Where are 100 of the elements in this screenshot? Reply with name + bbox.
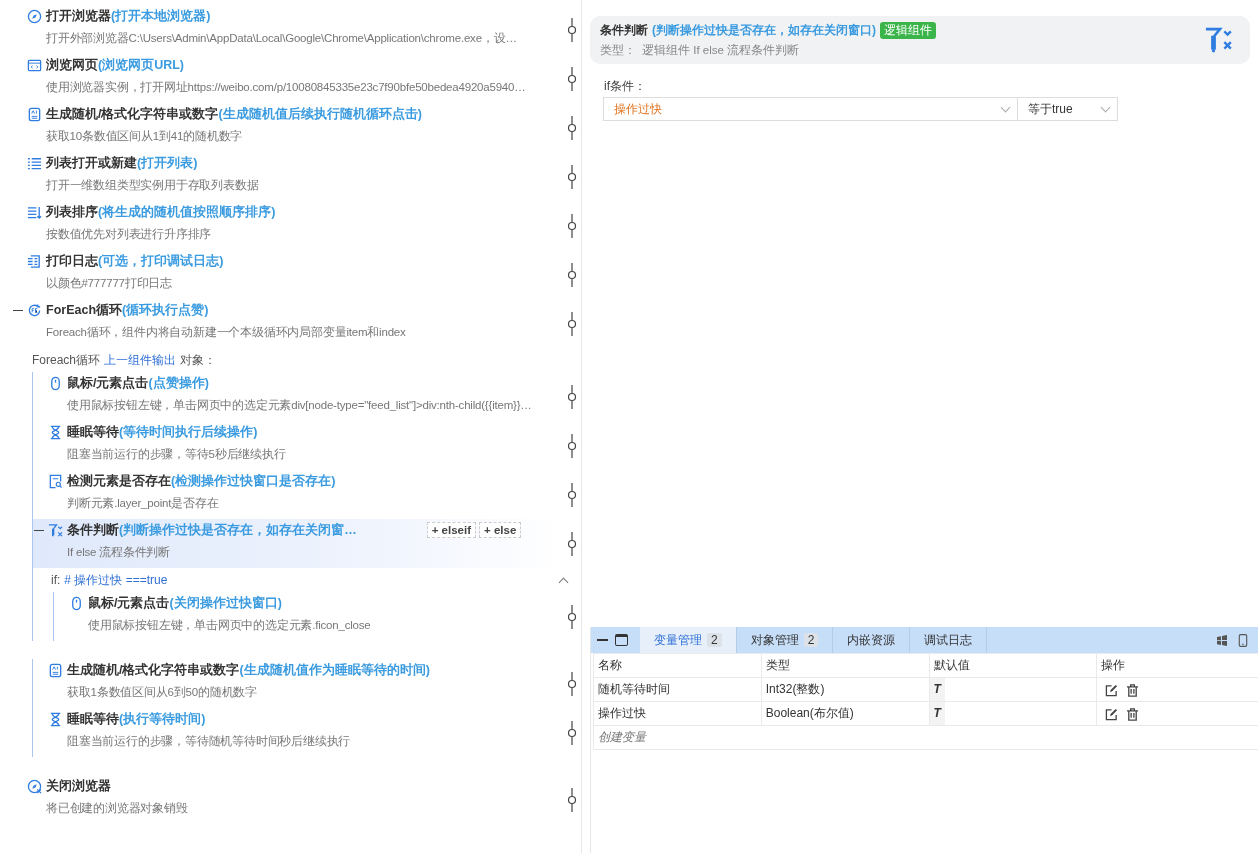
- browser-step-icon: [27, 8, 42, 24]
- delete-icon[interactable]: [1126, 683, 1140, 697]
- step-title: 列表排序: [46, 203, 98, 221]
- step-title: 浏览网页: [46, 56, 98, 74]
- connector-handle-icon[interactable]: [567, 17, 577, 42]
- sleep-step-icon: [48, 424, 63, 440]
- panel-tab[interactable]: 调试日志: [910, 627, 988, 653]
- foreach-step-icon: [27, 302, 42, 318]
- connector-handle-icon[interactable]: [567, 604, 577, 629]
- step-description: Foreach循环，组件内将自动新建一个本级循环内局部变量item和index: [45, 325, 407, 340]
- flow-step[interactable]: 打开浏览器(打开本地浏览器) 打开外部浏览器C:\Users\Admin\AppData\Local\Google\Chrome\Application\chrome.exe，设…: [12, 5, 565, 54]
- add-branch-button[interactable]: + else: [479, 522, 522, 538]
- flow-step[interactable]: 关闭浏览器 将已创建的浏览器对象销毁: [12, 775, 565, 824]
- step-description: 阻塞当前运行的步骤，等待随机等待时间秒后继续执行: [66, 734, 352, 749]
- if-condition-label: if条件：: [604, 78, 647, 95]
- step-title: 睡眠等待: [67, 710, 119, 728]
- step-description: 按数值优先对列表进行升序排序: [45, 227, 213, 242]
- category-badge: 逻辑组件: [880, 21, 936, 39]
- step-description: 获取10条数值区间从1到41的随机数字: [45, 129, 244, 144]
- step-description: 将已创建的浏览器对象销毁: [45, 801, 189, 816]
- loop-source-link[interactable]: 上一组件输出: [104, 351, 177, 369]
- mouse-step-icon: [69, 595, 84, 611]
- sleep-step-icon: [48, 711, 63, 727]
- step-description: 使用鼠标按钮左键，单击网页中的选定元素div[node-type="feed_list"]>div:nth-child({{item}}…: [66, 398, 533, 413]
- connector-handle-icon[interactable]: [567, 720, 577, 745]
- step-description: If else 流程条件判断: [66, 545, 172, 560]
- step-title: ForEach循环: [46, 301, 122, 319]
- branch-condition: # 操作过快 ===true: [64, 571, 168, 589]
- connector-handle-icon[interactable]: [567, 262, 577, 287]
- detail-note: (判断操作过快是否存在，如存在关闭窗口): [652, 21, 876, 39]
- step-title: 检测元素是否存在: [67, 472, 171, 490]
- flow-step[interactable]: 浏览网页(浏览网页URL) 使用浏览器实例，打开网址https://weibo.com/p/10080845335e23c7f90bfe50bedea4920a5940…: [12, 54, 565, 103]
- loop-label: 对象：: [180, 351, 217, 369]
- edit-icon[interactable]: [1105, 707, 1119, 721]
- step-title: 关闭浏览器: [46, 777, 111, 795]
- operator-select[interactable]: 等于true: [1018, 97, 1118, 121]
- step-title: 打开浏览器: [46, 7, 111, 25]
- flow-step[interactable]: 睡眠等待(执行等待时间) 阻塞当前运行的步骤，等待随机等待时间秒后继续执行: [33, 708, 565, 757]
- branch-label: if:: [51, 573, 61, 587]
- connector-handle-icon[interactable]: [567, 115, 577, 140]
- connector-handle-icon[interactable]: [567, 213, 577, 238]
- restore-icon[interactable]: [615, 634, 628, 646]
- connector-handle-icon[interactable]: [567, 384, 577, 409]
- flow-step[interactable]: 鼠标/元素点击(点赞操作) 使用鼠标按钮左键，单击网页中的选定元素div[node-type="feed_list"]>div:nth-child({{item}}…: [33, 372, 565, 421]
- add-branch-button[interactable]: + elseif: [426, 522, 476, 538]
- connector-handle-icon[interactable]: [567, 671, 577, 696]
- close-step-icon: [27, 778, 42, 794]
- step-note: (关闭操作过快窗口): [169, 594, 282, 612]
- step-description: 判断元素.layer_point是否存在: [66, 496, 220, 511]
- create-variable-link[interactable]: 创建变量: [593, 725, 1258, 750]
- column-header: 默认值: [929, 653, 1097, 678]
- step-title: 列表打开或新建: [46, 154, 137, 172]
- step-title: 睡眠等待: [67, 423, 119, 441]
- connector-handle-icon[interactable]: [567, 531, 577, 556]
- type-label: 类型：: [600, 42, 636, 58]
- step-title: 生成随机/格式化字符串或数字: [46, 105, 219, 123]
- sort-step-icon: [27, 204, 42, 220]
- edit-icon[interactable]: [1105, 683, 1119, 697]
- list-step-icon: [27, 155, 42, 171]
- step-note: (生成随机值后续执行随机循环点击): [218, 105, 422, 123]
- tab-count: 2: [803, 633, 819, 647]
- column-header: 操作: [1096, 653, 1258, 678]
- step-description: 阻塞当前运行的步骤，等待5秒后继续执行: [66, 447, 287, 462]
- flow-step[interactable]: 列表排序(将生成的随机值按照顺序排序) 按数值优先对列表进行升序排序: [12, 201, 565, 250]
- flow-step[interactable]: 检测元素是否存在(检测操作过快窗口是否存在) 判断元素.layer_point是否存在: [33, 470, 565, 519]
- detect-step-icon: [48, 473, 63, 489]
- step-description: 打开外部浏览器C:\Users\Admin\AppData\Local\Google\Chrome\Application\chrome.exe，设…: [45, 31, 518, 46]
- step-description: 获取1条数值区间从6到50的随机数字: [66, 685, 258, 700]
- random-step-icon: [27, 106, 42, 122]
- flow-step[interactable]: 鼠标/元素点击(关闭操作过快窗口) 使用鼠标按钮左键，单击网页中的选定元素.ficon_close: [54, 592, 565, 641]
- panel-tab[interactable]: 对象管理 2: [736, 627, 834, 653]
- column-header: 类型: [761, 653, 929, 678]
- connector-handle-icon[interactable]: [567, 66, 577, 91]
- flow-step[interactable]: 打印日志(可选，打印调试日志) 以颜色#777777打印日志: [12, 250, 565, 299]
- delete-icon[interactable]: [1126, 707, 1140, 721]
- flow-step[interactable]: 睡眠等待(等待时间执行后续操作) 阻塞当前运行的步骤，等待5秒后继续执行: [33, 421, 565, 470]
- flow-step[interactable]: 生成随机/格式化字符串或数字(生成随机值后续执行随机循环点击) 获取10条数值区间从1到41的随机数字: [12, 103, 565, 152]
- connector-handle-icon[interactable]: [567, 164, 577, 189]
- flow-step[interactable]: 列表打开或新建(打开列表) 打开一维数组类型实例用于存取列表数据: [12, 152, 565, 201]
- connector-handle-icon[interactable]: [567, 787, 577, 812]
- panel-tab[interactable]: 内嵌资源: [833, 627, 911, 653]
- step-note: (点赞操作): [148, 374, 209, 392]
- connector-handle-icon[interactable]: [567, 482, 577, 507]
- windows-icon[interactable]: [1216, 633, 1228, 647]
- connector-handle-icon[interactable]: [567, 433, 577, 458]
- flow-step[interactable]: ForEach循环(循环执行点赞) Foreach循环，组件内将自动新建一个本级循环内局部变量item和index: [12, 299, 565, 348]
- log-step-icon: [27, 253, 42, 269]
- tab-count: 2: [707, 633, 722, 647]
- mouse-step-icon: [48, 375, 63, 391]
- step-note: (浏览网页URL): [98, 56, 184, 74]
- phone-icon[interactable]: [1237, 633, 1249, 647]
- step-note: (检测操作过快窗口是否存在): [171, 472, 336, 490]
- table-cell: Boolean(布尔值): [761, 701, 929, 726]
- panel-tab[interactable]: 变量管理 2: [640, 627, 737, 653]
- step-note: (生成随机值作为睡眠等待的时间): [239, 661, 430, 679]
- step-description: 打开一维数组类型实例用于存取列表数据: [45, 178, 260, 193]
- connector-handle-icon[interactable]: [567, 311, 577, 336]
- flow-step[interactable]: 生成随机/格式化字符串或数字(生成随机值作为睡眠等待的时间) 获取1条数值区间从6到50的随机数字: [33, 659, 565, 708]
- step-note: (打开列表): [137, 154, 198, 172]
- column-header: 名称: [593, 653, 762, 678]
